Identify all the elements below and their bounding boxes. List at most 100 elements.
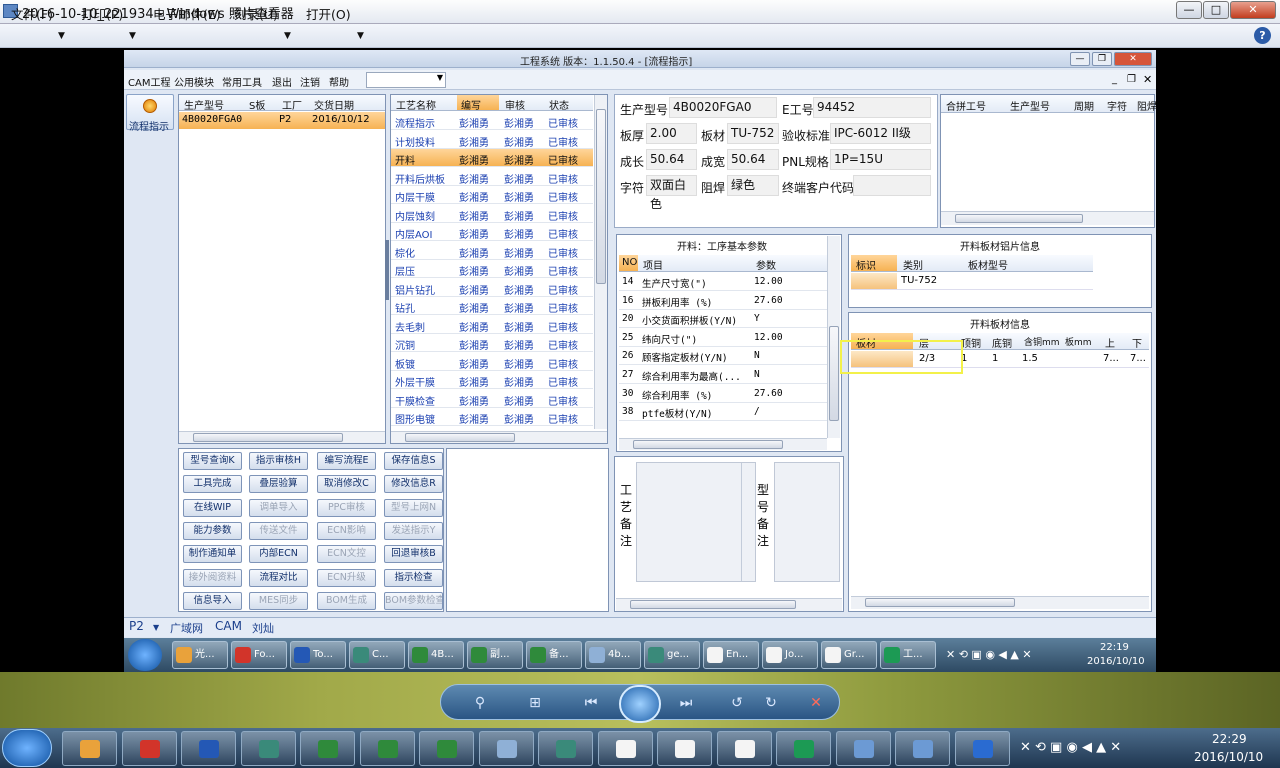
app-menu-cam[interactable]: CAM工程 [128,74,170,89]
notes-hscroll[interactable] [616,598,842,611]
table-row[interactable]: 4B0020FGA0 P2 2016/10/12 [179,112,385,129]
mdi-child-minimize[interactable]: _ [1112,74,1117,85]
inner-task-button[interactable]: 4b... [585,641,641,669]
table-row[interactable]: 内层AOI 彭湘勇 彭湘勇 已审核 [391,223,593,241]
scroll-thumb[interactable] [193,433,343,442]
close-button[interactable]: ✕ [1230,1,1276,19]
action-button[interactable]: 型号查询K [183,452,242,470]
action-button[interactable]: ECN影响 [317,521,376,540]
process-notes-textarea[interactable] [636,462,756,582]
col-reviewer[interactable]: 审核 [505,97,525,112]
maximize-button[interactable]: □ [1203,1,1229,19]
table-row[interactable]: 内层蚀刻 彭湘勇 彭湘勇 已审核 [391,205,593,223]
table-row[interactable]: 30 综合利用率 (%) 27.60 [619,385,827,403]
col-merge-mask[interactable]: 阻焊 [1137,98,1157,113]
taskbar-app-button[interactable] [121,731,177,766]
action-button[interactable]: 制作通知单 [183,545,242,564]
action-button[interactable]: 能力参数 [183,521,242,540]
taskbar-app-button[interactable] [181,731,236,766]
splitter-handle[interactable] [385,240,389,300]
value-material[interactable]: TU-752 [727,123,779,144]
col-down[interactable]: 下 [1132,335,1142,350]
col-param[interactable]: 参数 [756,257,776,272]
col-delivery[interactable]: 交货日期 [314,97,354,112]
app-menu-exit[interactable]: 退出 [272,74,292,89]
rotate-left-icon[interactable]: ↺ [722,693,752,713]
mdi-child-restore[interactable]: ❐ [1127,74,1136,85]
col-bottom-cu[interactable]: 底铜 [992,335,1012,350]
table-row[interactable]: 外层干膜 彭湘勇 彭湘勇 已审核 [391,371,593,389]
col-merge-cycle[interactable]: 周期 [1074,98,1094,113]
table-row[interactable]: 14 生产尺寸宽(") 12.00 [619,273,827,291]
menu-burn[interactable]: 刻录(U) [234,4,278,23]
taskbar-app-button[interactable] [478,731,534,766]
actual-size-icon[interactable]: ⊞ [520,693,550,713]
value-solder-mask[interactable]: 绿色 [727,175,779,196]
params-vscroll[interactable] [827,236,840,438]
value-character[interactable]: 双面白色 [646,175,697,211]
value-acceptance[interactable]: IPC-6012 II级 [830,123,931,144]
value-e-number[interactable]: 94452 [813,97,931,118]
action-button[interactable]: 流程对比 [249,568,308,587]
taskbar-app-button[interactable] [835,731,891,766]
table-row[interactable]: 38 ptfe板材(Y/N) / [619,403,827,422]
table-row[interactable]: TU-752 [851,273,1093,290]
inner-task-button[interactable]: 副... [467,641,523,669]
delete-icon[interactable]: ✕ [801,693,831,713]
table-row[interactable]: 25 纬向尺寸(") 12.00 [619,329,827,347]
table-row[interactable]: 16 拼板利用率 (%) 27.60 [619,292,827,310]
action-button[interactable]: 在线WIP [183,498,242,517]
col-process-name[interactable]: 工艺名称 [396,97,436,112]
col-writer[interactable]: 编写 [457,95,499,110]
taskbar-app-button[interactable] [300,731,355,766]
help-icon[interactable]: ? [1254,27,1271,44]
inner-task-button[interactable]: 备... [526,641,582,669]
merge-grid-hscroll[interactable] [941,211,1154,225]
action-button[interactable]: ECN升级 [317,568,376,587]
rotate-right-icon[interactable]: ↻ [756,693,786,713]
inner-task-button[interactable]: C... [349,641,405,669]
col-top-cu[interactable]: 顶铜 [961,335,981,350]
value-model[interactable]: 4B0020FGA0 [669,97,777,118]
scroll-thumb[interactable] [630,600,796,609]
process-notes-vscroll[interactable] [741,463,755,581]
action-button[interactable]: PPC审核 [317,498,376,517]
col-item[interactable]: 项目 [643,257,663,272]
action-button[interactable]: 接外阅资料 [183,568,242,587]
action-button[interactable]: BOM生成 [317,591,376,610]
col-s-board[interactable]: S板 [249,97,265,112]
inner-task-button[interactable]: Fo... [231,641,287,669]
col-material-model[interactable]: 板材型号 [968,257,1008,272]
table-row[interactable]: 27 综合利用率为最高(... N [619,366,827,384]
inner-task-button[interactable]: 4B... [408,641,464,669]
inner-task-button[interactable]: Gr... [821,641,877,669]
menu-file[interactable]: 文件(F) [11,4,53,23]
taskbar-app-button[interactable] [240,731,296,766]
zoom-icon[interactable]: ⚲ [465,693,495,713]
inner-task-button[interactable]: En... [703,641,759,669]
menu-file-arrow[interactable]: ▼ [58,31,65,41]
app-restore-button[interactable]: ❐ [1092,52,1112,66]
action-button[interactable]: 编写流程E [317,452,376,470]
col-no[interactable]: NO [619,255,638,271]
mdi-child-close[interactable]: ✕ [1143,73,1152,86]
table-row[interactable]: 沉铜 彭湘勇 彭湘勇 已审核 [391,334,593,352]
menu-open-arrow[interactable]: ▼ [357,31,364,41]
table-row[interactable]: 流程指示 彭湘勇 彭湘勇 已审核 [391,112,593,130]
app-menu-logout[interactable]: 注销 [300,74,320,89]
table-row[interactable]: 开料后烘板 彭湘勇 彭湘勇 已审核 [391,168,593,186]
taskbar-app-button[interactable] [538,731,593,766]
board-hscroll[interactable] [851,596,1149,609]
taskbar-app-button[interactable] [954,731,1010,766]
action-button[interactable]: 修改信息R [384,475,443,494]
params-hscroll[interactable] [619,438,827,450]
col-up[interactable]: 上 [1105,335,1115,350]
scroll-thumb[interactable] [633,440,783,449]
table-row[interactable]: 层压 彭湘勇 彭湘勇 已审核 [391,260,593,278]
taskbar-app-button[interactable] [62,731,117,766]
taskbar-app-button[interactable] [359,731,415,766]
taskbar-app-button[interactable] [419,731,474,766]
menu-email[interactable]: 电子邮件(E) [153,4,221,23]
action-button[interactable]: BOM参数检查 [384,591,443,610]
action-button[interactable]: MES同步 [249,591,308,610]
